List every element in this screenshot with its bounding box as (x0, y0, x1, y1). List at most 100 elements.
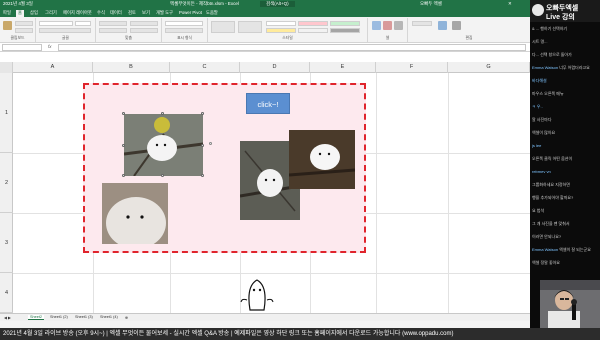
column-header[interactable]: D (240, 62, 310, 73)
group-font: 글꼴 (36, 18, 96, 42)
chat-text: 그 개 사진을 팬 맞춰서 (532, 221, 570, 226)
wrap-text-button[interactable] (130, 21, 158, 26)
chat-author[interactable]: Emma Watson (532, 247, 558, 252)
find-select-icon[interactable] (452, 21, 461, 30)
insert-cells-icon[interactable] (372, 21, 381, 30)
close-icon[interactable]: ✕ (508, 1, 512, 7)
row-header[interactable]: 3 (0, 213, 13, 273)
resize-handle[interactable] (122, 174, 125, 177)
chat-author[interactable]: Emma Watson (532, 65, 558, 70)
add-sheet-icon[interactable]: ⊕ (125, 315, 128, 320)
formula-input[interactable] (58, 44, 526, 51)
group-alignment: 맞춤 (96, 18, 162, 42)
style-bad[interactable] (298, 21, 328, 26)
font-select[interactable] (39, 21, 73, 26)
resize-handle[interactable] (122, 144, 125, 147)
user-name[interactable]: 오빠두 엑셀 (420, 1, 442, 7)
align-top-buttons[interactable] (99, 21, 127, 26)
bird-closeup-photo[interactable] (102, 183, 168, 244)
style-good[interactable] (330, 21, 360, 26)
tab-view[interactable]: 보기 (142, 10, 150, 16)
chat-author[interactable]: ㅋ 우.. (532, 104, 543, 109)
grid-line (448, 73, 449, 313)
select-all-corner[interactable] (0, 62, 13, 73)
style-calculation[interactable] (298, 28, 328, 33)
column-header[interactable]: F (376, 62, 448, 73)
column-header[interactable]: C (170, 62, 240, 73)
click-button[interactable]: click~! (246, 93, 290, 114)
autosum-button[interactable] (412, 21, 432, 26)
tab-developer[interactable]: 개발 도구 (156, 10, 173, 16)
number-format-select[interactable] (165, 21, 203, 26)
tab-review[interactable]: 검토 (128, 10, 136, 16)
column-header[interactable]: A (13, 62, 93, 73)
tab-help[interactable]: 도움말 (206, 10, 218, 16)
column-header[interactable]: G (448, 62, 530, 73)
chat-message: 그 개 사진을 팬 맞춰서 (532, 221, 598, 226)
fx-icon[interactable]: fx (48, 44, 52, 49)
column-headers: A B C D E F G (0, 62, 530, 73)
chat-author[interactable]: rebmev vn (532, 169, 551, 174)
title-bar: 2021년 4월 3일 엑셀무엇이든 - 제작btn.xlsm - Excel … (0, 0, 530, 9)
rotate-handle[interactable] (209, 142, 212, 145)
chat-text: 엑셀 정말 좋아요 (532, 260, 560, 265)
chat-text: 엑셀이 많아요 (532, 130, 556, 135)
format-cells-icon[interactable] (394, 21, 403, 30)
row-header[interactable]: 1 (0, 73, 13, 153)
chat-text: 다... 선택 창으로 돌아가 (532, 52, 572, 57)
row-header[interactable]: 4 (0, 273, 13, 313)
paste-icon[interactable] (3, 21, 12, 30)
sort-filter-icon[interactable] (438, 21, 447, 30)
ribbon: 클립보드 글꼴 맞춤 표시 형식 스타일 셀 편집 (0, 17, 530, 43)
chat-message: 이러면 안되나요? (532, 234, 598, 239)
tab-power-pivot[interactable]: Power Pivot (179, 10, 202, 15)
column-header[interactable]: E (310, 62, 376, 73)
chat-text: 마우스 오른쪽 메뉴 (532, 91, 564, 96)
tab-formulas[interactable]: 수식 (97, 10, 105, 16)
resize-handle[interactable] (201, 112, 204, 115)
resize-handle[interactable] (122, 112, 125, 115)
group-label: 편집 (465, 36, 473, 40)
tab-data[interactable]: 데이터 (110, 10, 122, 16)
column-header[interactable]: B (93, 62, 170, 73)
sheet-tab[interactable]: Sheet1 (4) (100, 315, 118, 319)
font-size-select[interactable] (75, 21, 91, 26)
resize-handle[interactable] (161, 112, 164, 115)
chat-author[interactable]: js lee (532, 143, 541, 148)
bird-brown-photo[interactable] (289, 130, 355, 189)
sheet-tab[interactable]: Sheet1 (2) (50, 315, 68, 319)
number-format-buttons[interactable] (165, 28, 203, 33)
tab-page-layout[interactable]: 페이지 레이아웃 (63, 10, 92, 16)
chat-message: Emma Watson 너무 어렵더라고요 (532, 65, 598, 70)
tab-home[interactable]: 홈 (16, 10, 24, 17)
name-box[interactable] (2, 44, 42, 51)
align-horizontal-buttons[interactable] (99, 28, 127, 33)
chat-message: 엑셀이 많아요 (532, 130, 598, 135)
bird-photo[interactable] (124, 114, 203, 176)
resize-handle[interactable] (161, 174, 164, 177)
search-input[interactable]: 검색(Alt+Q) (260, 1, 295, 7)
copy-button[interactable] (15, 28, 33, 33)
tab-file[interactable]: 파일 (3, 10, 11, 16)
format-as-table-button[interactable] (238, 21, 262, 33)
tab-insert[interactable]: 삽입 (30, 10, 38, 16)
tab-draw[interactable]: 그리기 (45, 10, 57, 16)
style-check-cell[interactable] (330, 28, 360, 33)
resize-handle[interactable] (201, 144, 204, 147)
sheet-nav-icon[interactable]: ◀ ▶ (4, 315, 11, 320)
sheet-tab[interactable]: Sheet2 (28, 315, 45, 320)
style-neutral[interactable] (266, 28, 296, 33)
cut-button[interactable] (15, 21, 33, 26)
chat-author[interactable]: 바다해설 (532, 78, 547, 83)
chat-message: 다... 선택 창으로 돌아가 (532, 52, 598, 57)
delete-cells-icon[interactable] (383, 21, 392, 30)
resize-handle[interactable] (201, 174, 204, 177)
style-normal[interactable] (266, 21, 296, 26)
row-header[interactable]: 2 (0, 153, 13, 213)
conditional-format-button[interactable] (211, 21, 235, 33)
sheet-tab[interactable]: Sheet1 (3) (75, 315, 93, 319)
font-format-buttons[interactable] (39, 28, 91, 33)
chat-message: js lee (532, 143, 598, 148)
merge-button[interactable] (130, 28, 158, 33)
group-clipboard: 클립보드 (0, 18, 36, 42)
